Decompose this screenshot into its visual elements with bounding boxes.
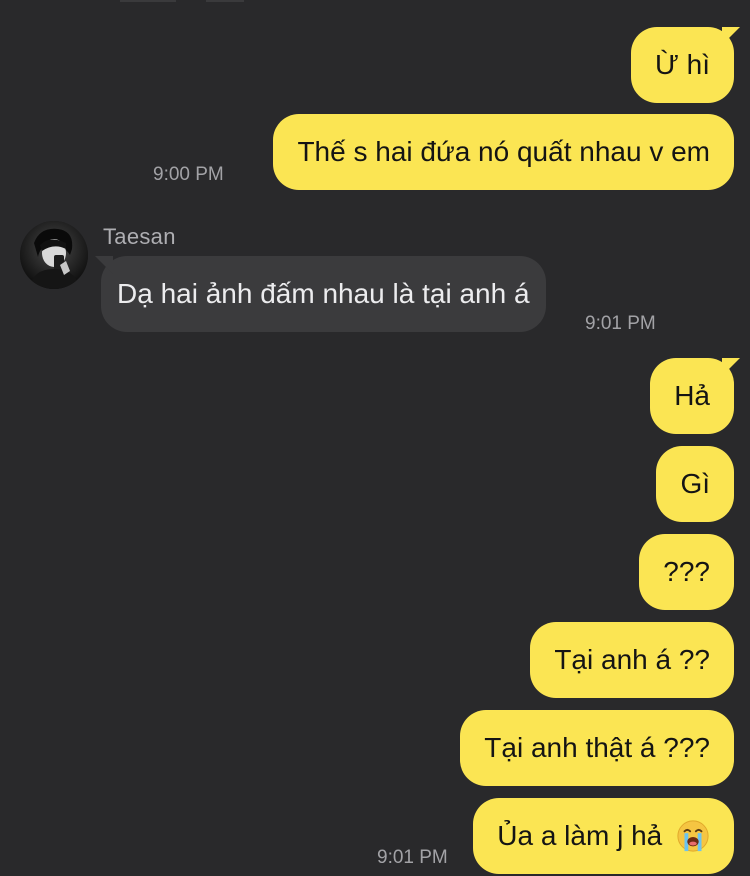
- message-timestamp: 9:01 PM: [585, 313, 656, 334]
- message-bubble-incoming[interactable]: Dạ hai ảnh đấm nhau là tại anh á: [101, 256, 546, 332]
- divider: [206, 0, 244, 2]
- message-text: Gì: [680, 468, 710, 499]
- message-bubble-outgoing[interactable]: Hả: [650, 358, 734, 434]
- divider: [120, 0, 176, 2]
- message-bubble-outgoing[interactable]: Tại anh thật á ???: [460, 710, 734, 786]
- message-text: ???: [663, 556, 710, 587]
- chat-window: Ừ hì Thế s hai đứa nó quất nhau v em 9:0…: [0, 0, 750, 876]
- avatar[interactable]: [20, 221, 88, 289]
- message-text: Tại anh thật á ???: [484, 732, 710, 763]
- message-text: Tại anh á ??: [554, 644, 710, 675]
- sender-name: Taesan: [103, 224, 176, 249]
- message-bubble-outgoing[interactable]: ???: [639, 534, 734, 610]
- message-timestamp: 9:01 PM: [377, 847, 448, 868]
- message-text: Ừ hì: [654, 49, 710, 80]
- contact-avatar-photo: [20, 221, 88, 289]
- message-bubble-outgoing[interactable]: Thế s hai đứa nó quất nhau v em: [273, 114, 734, 190]
- message-bubble-outgoing[interactable]: Ủa a làm j hả: [473, 798, 734, 874]
- message-bubble-outgoing[interactable]: Tại anh á ??: [530, 622, 734, 698]
- loudly-crying-face-emoji: [677, 820, 709, 852]
- message-text: Dạ hai ảnh đấm nhau là tại anh á: [117, 278, 530, 309]
- message-text: Hả: [674, 380, 710, 411]
- message-timestamp: 9:00 PM: [153, 164, 224, 185]
- message-text: Ủa a làm j hả: [497, 820, 663, 851]
- message-bubble-outgoing[interactable]: Gì: [656, 446, 734, 522]
- message-text: Thế s hai đứa nó quất nhau v em: [297, 136, 710, 167]
- message-bubble-outgoing[interactable]: Ừ hì: [630, 27, 734, 103]
